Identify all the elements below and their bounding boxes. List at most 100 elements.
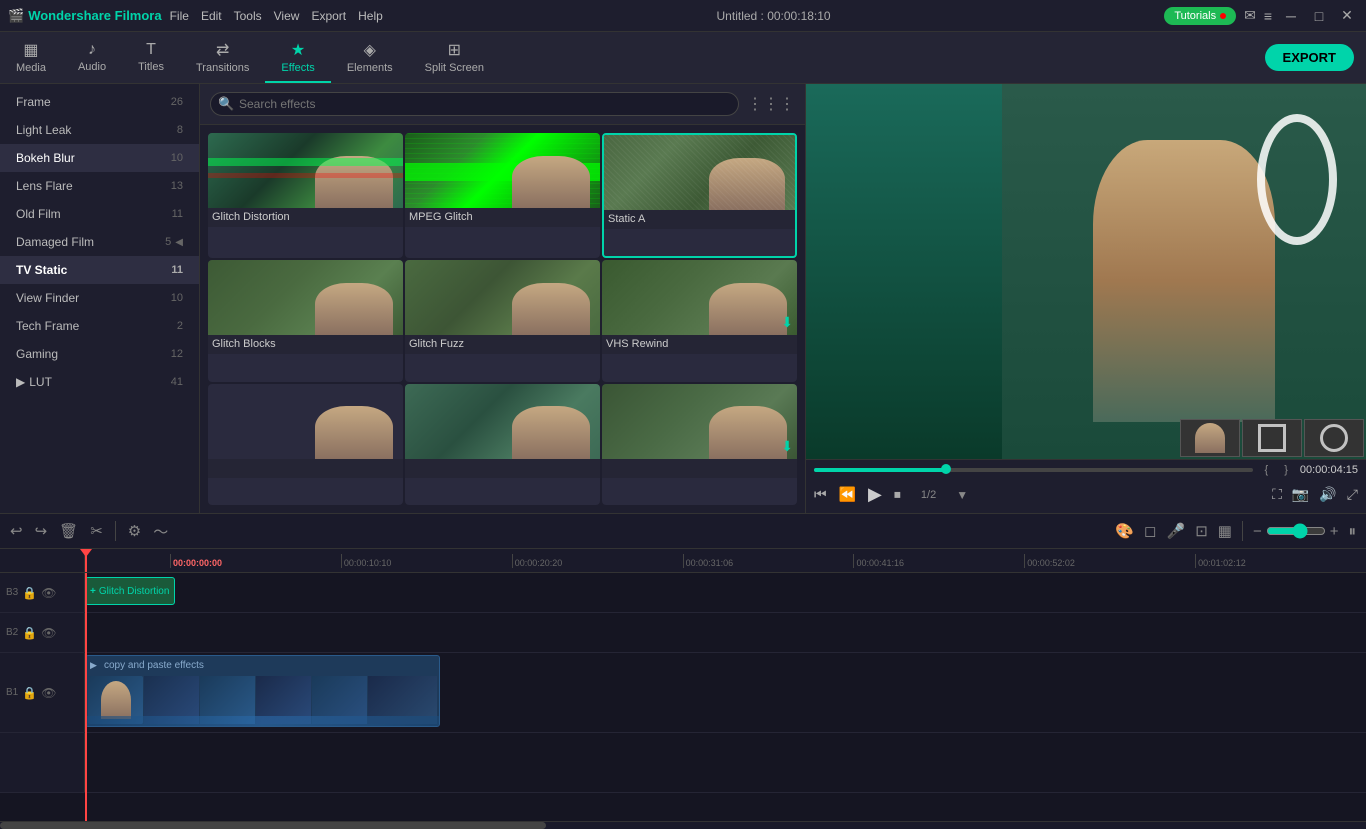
screenshot-button[interactable]: 📷	[1292, 486, 1309, 503]
track-lock-b2[interactable]: 🔒	[22, 626, 37, 640]
effect-glitch-distortion[interactable]: Glitch Distortion	[208, 133, 403, 258]
toolbar-elements[interactable]: ◈ Elements	[331, 32, 409, 83]
ruler-mark-2: 00:00:20:20	[512, 554, 683, 568]
tutorials-button[interactable]: Tutorials	[1164, 7, 1236, 25]
toolbar-transitions[interactable]: ⇄ Transitions	[180, 32, 265, 83]
timeline-scrollbar[interactable]	[0, 821, 1366, 829]
track-visible-b3[interactable]: 👁	[41, 586, 56, 600]
sidebar-item-lens-flare[interactable]: Lens Flare 13	[0, 172, 199, 200]
sidebar-item-view-finder[interactable]: View Finder 10	[0, 284, 199, 312]
ruler-mark-0: 00:00:00:00	[170, 554, 341, 568]
sidebar-gaming-count: 12	[171, 348, 183, 360]
toolbar-split-screen[interactable]: ⊞ Split Screen	[409, 32, 500, 83]
sidebar-item-frame[interactable]: Frame 26	[0, 88, 199, 116]
cut-button[interactable]: ✂	[90, 522, 103, 540]
menu-export[interactable]: Export	[311, 9, 346, 23]
effect-vhs-rewind[interactable]: ⬇ VHS Rewind	[602, 260, 797, 381]
effect-glitch-blocks[interactable]: Glitch Blocks	[208, 260, 403, 381]
maximize-button[interactable]: □	[1308, 5, 1330, 27]
thumb-person-vhs	[709, 283, 787, 336]
volume-button[interactable]: 🔊	[1319, 486, 1336, 503]
effect-track-glitch-distortion[interactable]: + Glitch Distortion	[85, 577, 175, 605]
effects-grid: Glitch Distortion MPEG Glitch	[200, 125, 805, 513]
expand-button[interactable]: ⤢	[1347, 486, 1358, 503]
toolbar-audio[interactable]: ♪ Audio	[62, 32, 122, 83]
page-dropdown-icon[interactable]: ▼	[956, 488, 968, 502]
sidebar-tv-static-count: 11	[171, 264, 183, 276]
project-title: Untitled : 00:00:18:10	[717, 9, 831, 23]
sidebar-item-lut[interactable]: ▶ LUT 41	[0, 368, 199, 396]
undo-button[interactable]: ↩	[10, 522, 23, 540]
action-bar: ↩ ↪ 🗑 ✂ ⚙ 〜 🎨 ◻ 🎤 ⊡ ▦ − + ⏸	[0, 513, 1366, 549]
close-button[interactable]: ✕	[1336, 5, 1358, 27]
menu-file[interactable]: File	[170, 9, 189, 23]
video-play-icon: ▶	[90, 660, 97, 671]
sidebar-view-finder-count: 10	[171, 292, 183, 304]
settings-button[interactable]: ⚙	[128, 522, 141, 540]
sidebar-item-old-film[interactable]: Old Film 11	[0, 200, 199, 228]
preview-controls: { } 00:00:04:15 ⏮ ⏪ ▶ ⏹ 1/2 ▼ ⛶ 📷 🔊 ⤢	[806, 459, 1366, 513]
video-filter-button[interactable]: ▦	[1218, 522, 1232, 540]
progress-bar[interactable]	[814, 468, 1253, 472]
mask-button[interactable]: ◻	[1144, 522, 1156, 540]
stop-button[interactable]: ⏹	[894, 486, 901, 503]
zoom-out-button[interactable]: −	[1253, 523, 1262, 540]
zoom-in-button[interactable]: +	[1330, 523, 1339, 540]
timeline-scrollbar-thumb[interactable]	[0, 822, 546, 829]
sidebar-item-damaged-film[interactable]: Damaged Film 5 ◀	[0, 228, 199, 256]
menu-tools[interactable]: Tools	[234, 9, 262, 23]
sidebar-item-light-leak[interactable]: Light Leak 8	[0, 116, 199, 144]
toolbar-effects[interactable]: ★ Effects	[265, 32, 330, 83]
audio-label: Audio	[78, 61, 106, 73]
mail-icon[interactable]: ✉	[1244, 7, 1256, 24]
play-button[interactable]: ▶	[868, 484, 882, 505]
sidebar-light-leak-count: 8	[177, 124, 183, 136]
effect-static-a[interactable]: Static A	[602, 133, 797, 258]
crop-button[interactable]: ⊡	[1195, 522, 1208, 540]
sidebar-item-tv-static[interactable]: TV Static 11	[0, 256, 199, 284]
sidebar-item-tech-frame[interactable]: Tech Frame 2	[0, 312, 199, 340]
search-input[interactable]	[210, 92, 739, 116]
toolbar-right: EXPORT	[1265, 44, 1354, 71]
minimize-button[interactable]: ─	[1280, 5, 1302, 27]
waveform-button[interactable]: 〜	[153, 521, 168, 542]
video-track-item-b1[interactable]: ▶ copy and paste effects	[85, 655, 440, 727]
track-lock-b3[interactable]: 🔒	[22, 586, 37, 600]
menu-view[interactable]: View	[274, 9, 300, 23]
effect-row3b[interactable]	[405, 384, 600, 505]
track-lock-b1[interactable]: 🔒	[22, 686, 37, 700]
frame-back-button[interactable]: ⏪	[839, 486, 856, 503]
toolbar-titles[interactable]: T Titles	[122, 32, 180, 83]
pause-button[interactable]: ⏸	[1348, 523, 1356, 540]
delete-button[interactable]: 🗑	[59, 522, 78, 540]
step-back-button[interactable]: ⏮	[814, 486, 827, 503]
menu-icon[interactable]: ≡	[1264, 8, 1272, 24]
mic-button[interactable]: 🎤	[1167, 522, 1186, 540]
effect-mpeg-glitch[interactable]: MPEG Glitch	[405, 133, 600, 258]
sidebar-item-gaming[interactable]: Gaming 12	[0, 340, 199, 368]
redo-button[interactable]: ↪	[35, 522, 48, 540]
track-visible-b1[interactable]: 👁	[41, 686, 56, 700]
track-visible-b2[interactable]: 👁	[41, 626, 56, 640]
export-button[interactable]: EXPORT	[1265, 44, 1354, 71]
ruler-mark-4: 00:00:41:16	[853, 554, 1024, 568]
mini-ring	[1258, 424, 1286, 452]
sidebar-tech-frame-count: 2	[177, 320, 183, 332]
thumb-person-0	[101, 681, 131, 719]
toolbar-media[interactable]: ▦ Media	[0, 32, 62, 83]
sidebar-item-bokeh-blur[interactable]: Bokeh Blur 10	[0, 144, 199, 172]
fullscreen-button[interactable]: ⛶	[1272, 486, 1282, 503]
color-button[interactable]: 🎨	[1115, 522, 1134, 540]
search-wrap: 🔍	[210, 92, 739, 116]
effect-row3c[interactable]: ⬇	[602, 384, 797, 505]
effect-glitch-fuzz[interactable]: Glitch Fuzz	[405, 260, 600, 381]
grid-toggle-icon[interactable]: ⋮⋮⋮	[747, 94, 795, 114]
menu-edit[interactable]: Edit	[201, 9, 222, 23]
split-screen-label: Split Screen	[425, 62, 484, 74]
elements-icon: ◈	[364, 40, 376, 60]
menu-help[interactable]: Help	[358, 9, 383, 23]
track-content-b2	[85, 613, 1366, 652]
thumb-person-blocks	[315, 283, 393, 336]
effect-row3a[interactable]	[208, 384, 403, 505]
zoom-slider[interactable]	[1266, 523, 1326, 539]
